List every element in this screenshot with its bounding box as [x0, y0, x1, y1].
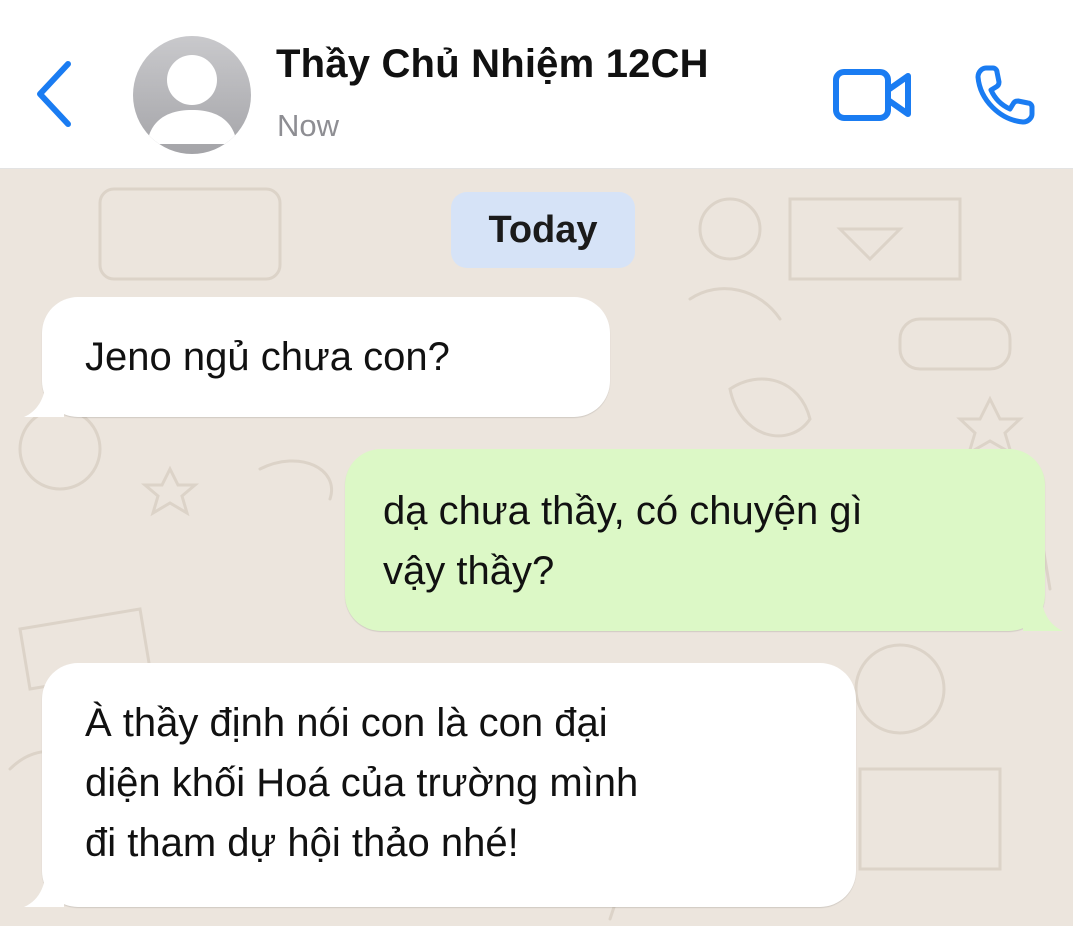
message-line: đi tham dự hội thảo nhé!	[85, 821, 519, 865]
person-avatar-icon	[147, 55, 237, 144]
back-button[interactable]	[28, 56, 84, 136]
contact-name[interactable]: Thầy Chủ Nhiệm 12CH	[276, 42, 709, 87]
date-separator: Today	[451, 192, 635, 268]
message-line: diện khối Hoá của trường mình	[85, 761, 639, 805]
outgoing-message[interactable]: dạ chưa thầy, có chuyện gì vậy thầy?	[345, 449, 1063, 631]
voice-call-button[interactable]	[972, 62, 1038, 128]
chat-area[interactable]: Today Jeno ngủ chưa con? dạ chưa thầy, c…	[0, 169, 1073, 926]
chat-header: Thầy Chủ Nhiệm 12CH Now	[0, 0, 1073, 169]
video-call-button[interactable]	[832, 66, 914, 124]
contact-avatar[interactable]	[133, 36, 251, 154]
message-text: Jeno ngủ chưa con?	[85, 327, 450, 387]
bubble-tail	[24, 377, 64, 417]
incoming-message[interactable]: À thầy định nói con là con đại diện khối…	[24, 663, 856, 907]
message-text: dạ chưa thầy, có chuyện gì vậy thầy?	[383, 481, 1033, 601]
message-line: Jeno ngủ chưa con?	[85, 335, 450, 379]
message-line: dạ chưa thầy, có chuyện gì	[383, 489, 863, 533]
video-camera-icon	[833, 69, 911, 121]
phone-icon	[975, 65, 1035, 125]
message-line: vậy thầy?	[383, 549, 555, 593]
chevron-left-icon	[37, 61, 71, 127]
message-line: À thầy định nói con là con đại	[85, 701, 608, 745]
bubble-tail	[24, 867, 64, 907]
contact-status: Now	[277, 108, 340, 143]
incoming-message[interactable]: Jeno ngủ chưa con?	[24, 297, 610, 417]
message-text: À thầy định nói con là con đại diện khối…	[85, 693, 845, 873]
